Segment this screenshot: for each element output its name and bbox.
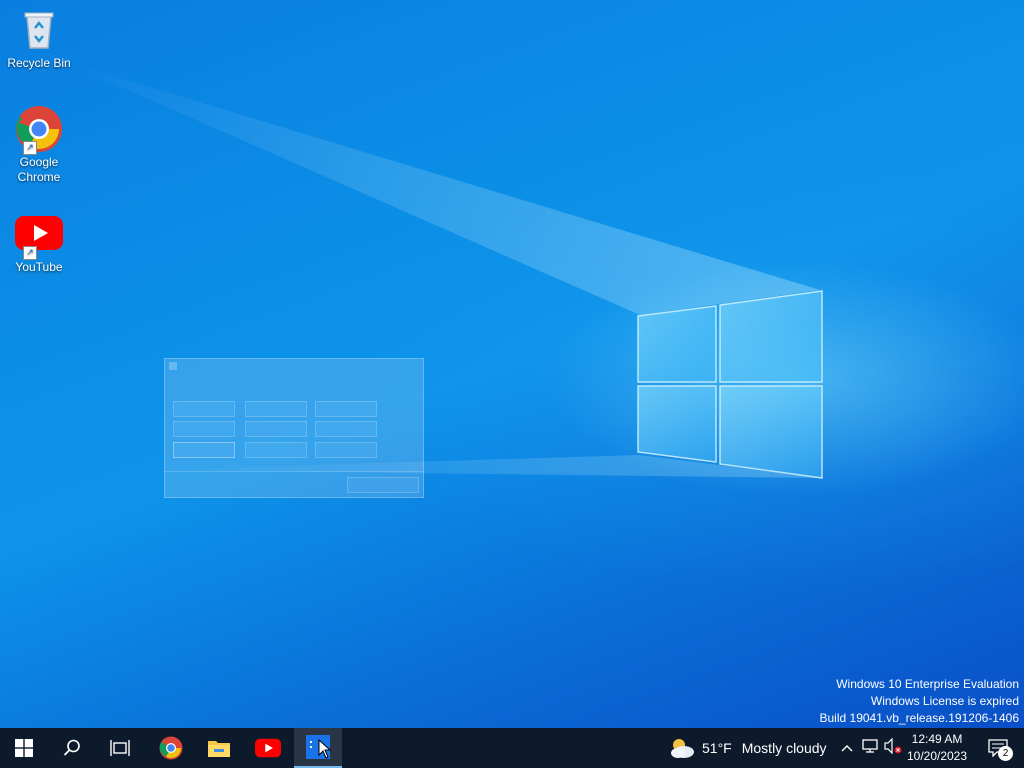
ghost-button — [245, 421, 307, 437]
volume-muted-icon[interactable] — [882, 737, 904, 759]
clock-time: 12:49 AM — [911, 732, 963, 746]
desktop-icon-label: Recycle Bin — [7, 56, 71, 70]
ghost-divider — [165, 471, 423, 472]
weather-condition: Mostly cloudy — [741, 740, 827, 756]
fading-app-window — [164, 358, 424, 498]
chrome-icon: ↗ — [15, 105, 63, 155]
desktop-icon-label: YouTube — [15, 260, 63, 274]
taskbar: 51°F Mostly cloudy 12:49 AM 10/20/2023 2 — [0, 728, 1024, 768]
ghost-button — [173, 421, 235, 437]
windows-start-icon — [15, 739, 33, 757]
chrome-icon — [159, 736, 183, 760]
ghost-button — [245, 401, 307, 417]
search-button[interactable] — [48, 728, 96, 768]
clock-date: 10/20/2023 — [906, 749, 968, 763]
ghost-button — [173, 401, 235, 417]
action-center-button[interactable]: 2 — [978, 728, 1018, 768]
windows-wallpaper-logo-icon — [637, 290, 823, 479]
recycle-bin-icon — [15, 6, 63, 54]
desktop-icon-label: Google Chrome — [17, 155, 61, 184]
watermark-license: Windows License is expired — [870, 694, 1019, 708]
ghost-button — [173, 442, 235, 458]
watermark-edition: Windows 10 Enterprise Evaluation — [836, 677, 1019, 691]
weather-widget[interactable]: 51°F Mostly cloudy — [668, 728, 827, 768]
system-tray — [836, 728, 904, 768]
start-button[interactable] — [0, 728, 48, 768]
desktop-icon-youtube[interactable]: ↗ YouTube — [4, 210, 74, 275]
shortcut-arrow-icon: ↗ — [23, 246, 37, 260]
ghost-button — [347, 477, 419, 493]
taskbar-active-app[interactable] — [294, 728, 342, 768]
search-icon — [63, 739, 80, 756]
task-view-icon — [110, 740, 130, 756]
partly-cloudy-icon — [671, 739, 694, 758]
weather-temperature: 51°F — [702, 740, 732, 756]
folder-icon — [208, 741, 230, 757]
taskbar-clock[interactable]: 12:49 AM 10/20/2023 — [904, 731, 970, 765]
taskbar-file-explorer[interactable] — [195, 728, 243, 768]
ghost-button — [315, 421, 377, 437]
desktop[interactable]: Recycle Bin ↗ Google Chrome ↗ YouTube Wi… — [0, 0, 1024, 728]
ghost-button — [245, 442, 307, 458]
youtube-icon — [255, 738, 281, 758]
youtube-icon: ↗ — [15, 210, 63, 260]
chevron-up-icon[interactable] — [836, 739, 858, 757]
watermark-build: Build 19041.vb_release.191206-1406 — [819, 711, 1020, 725]
mouse-cursor-icon — [318, 739, 332, 759]
taskbar-chrome[interactable] — [147, 728, 195, 768]
network-icon[interactable] — [858, 738, 882, 758]
ghost-button — [315, 442, 377, 458]
app-window-icon — [169, 362, 177, 370]
shortcut-arrow-icon: ↗ — [23, 141, 37, 155]
taskbar-youtube[interactable] — [244, 728, 292, 768]
ghost-button — [315, 401, 377, 417]
notification-count-badge: 2 — [998, 746, 1013, 761]
desktop-icon-recycle-bin[interactable]: Recycle Bin — [4, 6, 74, 71]
wallpaper-light-beams — [60, 60, 820, 478]
desktop-icon-google-chrome[interactable]: ↗ Google Chrome — [4, 105, 74, 185]
windows-license-watermark: Windows 10 Enterprise Evaluation Windows… — [820, 676, 1020, 727]
task-view-button[interactable] — [96, 728, 144, 768]
